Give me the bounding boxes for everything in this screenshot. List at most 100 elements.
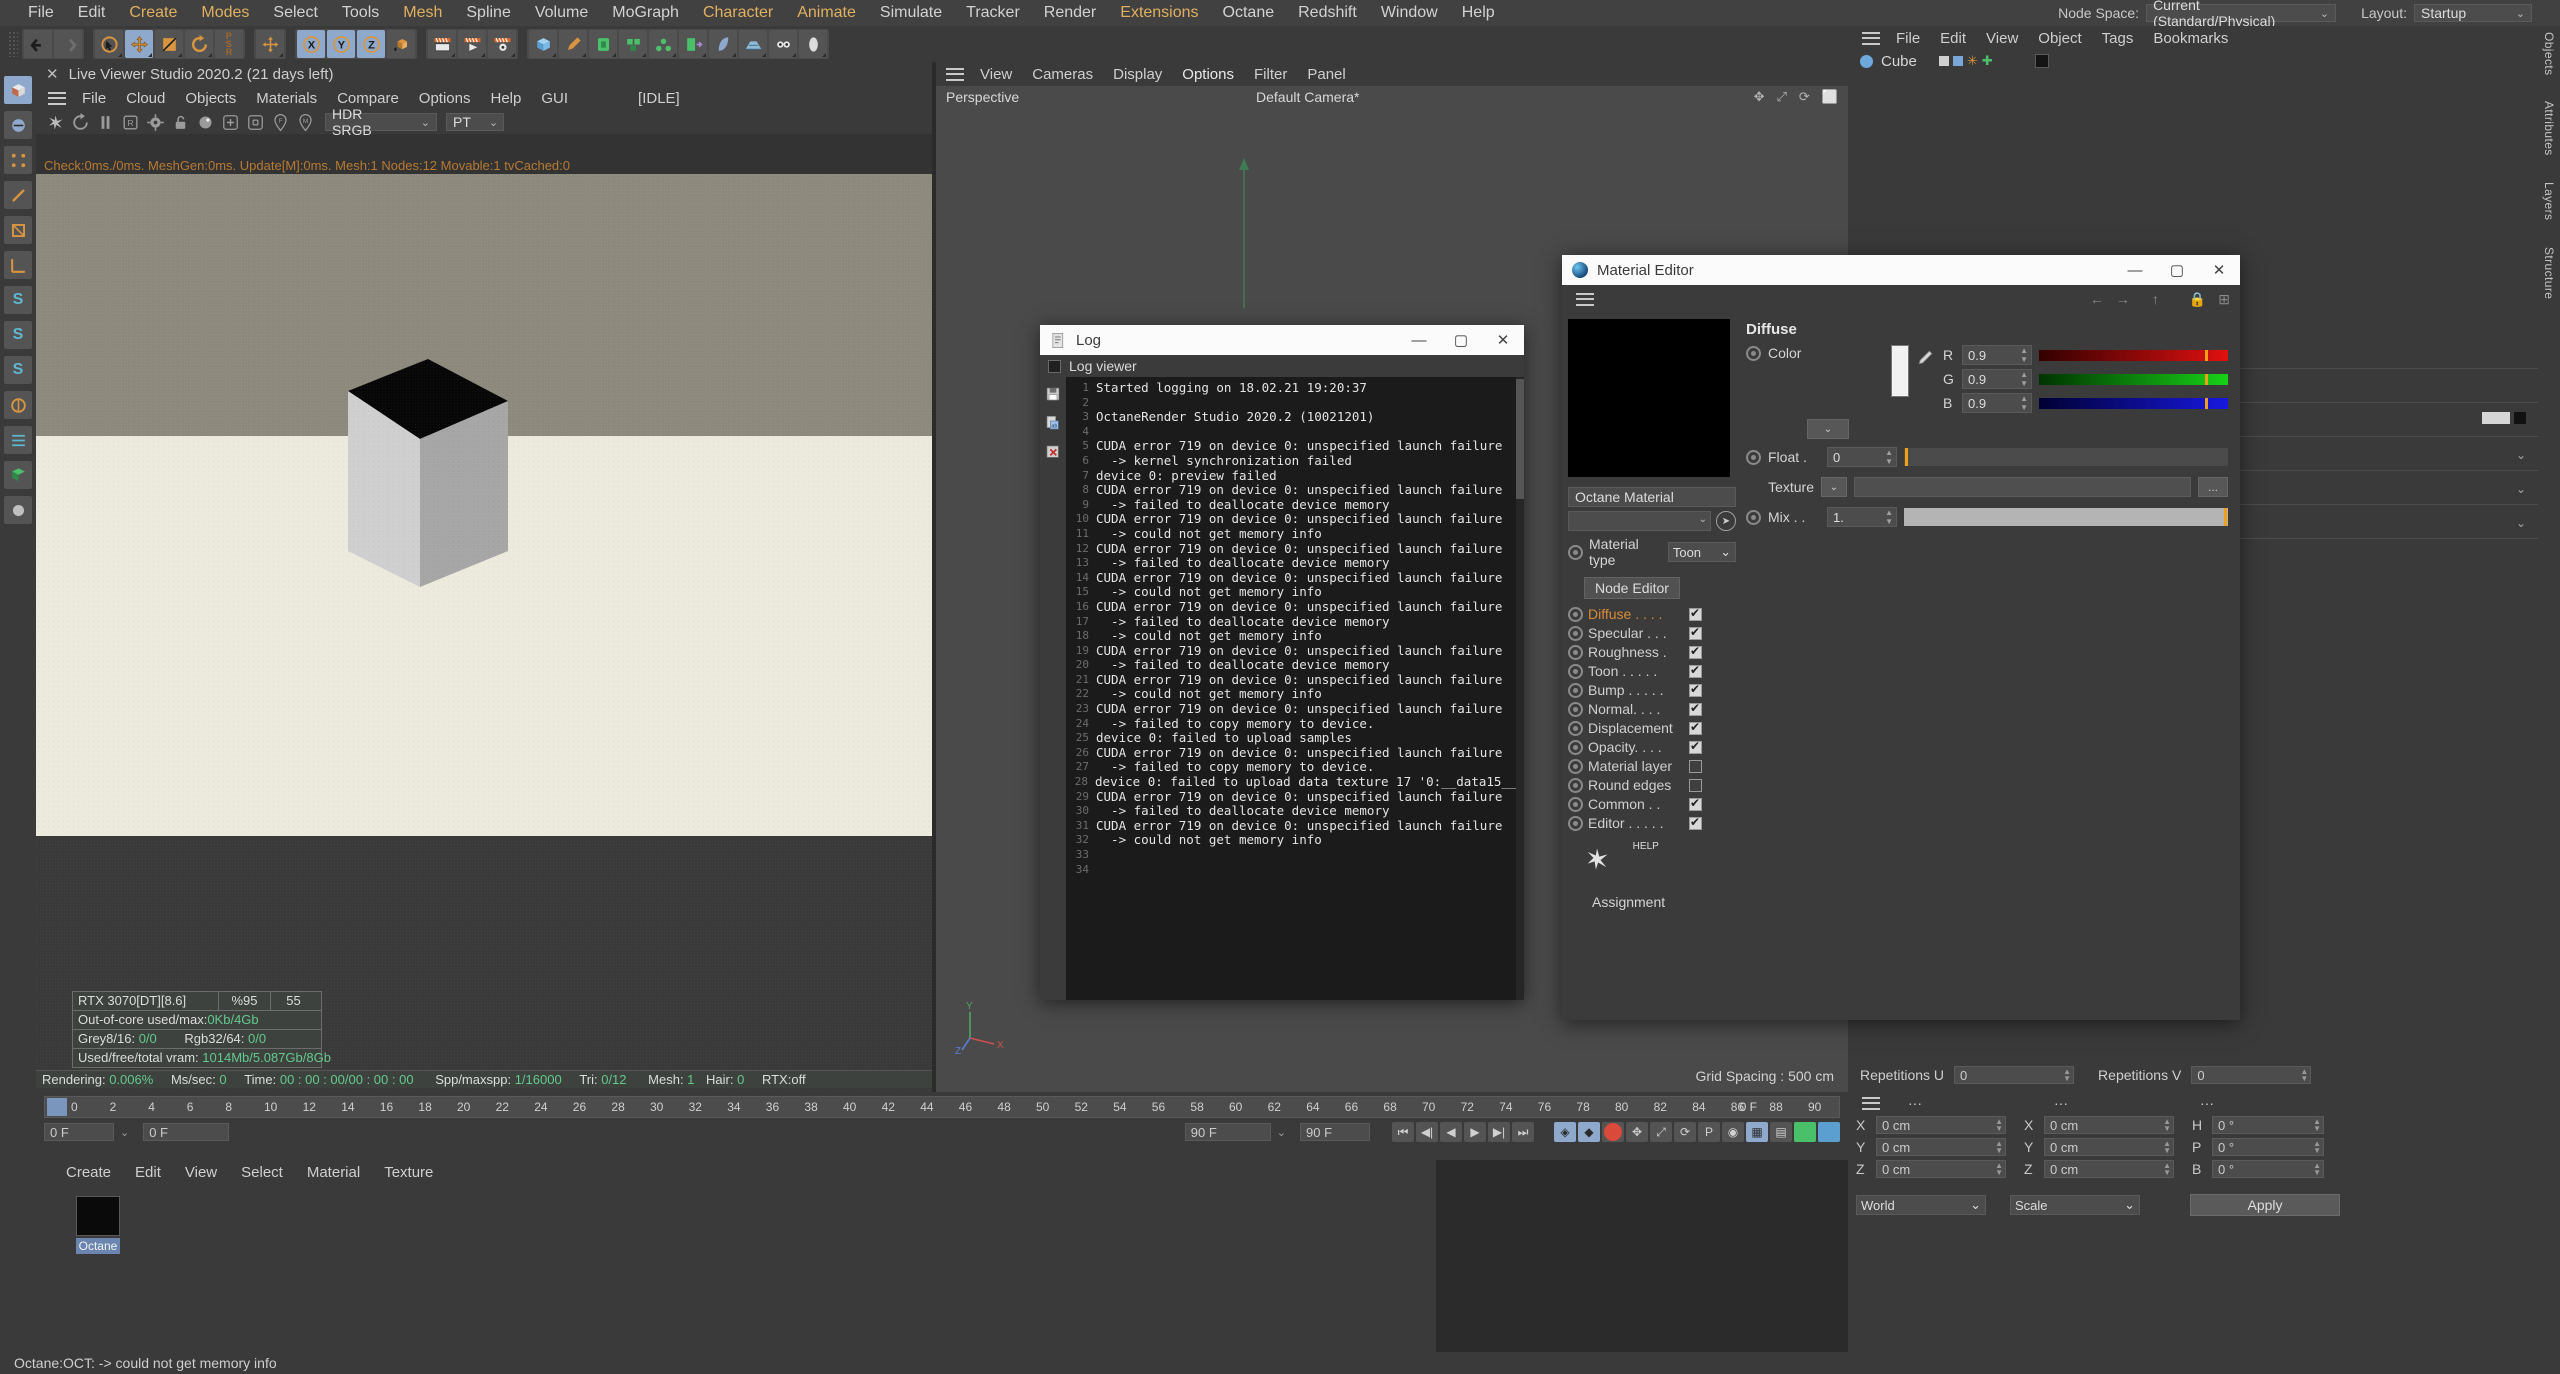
channel-radio[interactable] <box>1568 644 1583 660</box>
key-selection-icon[interactable]: ◆ <box>1578 1122 1600 1142</box>
coord-system-dropdown[interactable]: World ⌄ <box>1856 1195 1986 1215</box>
play-icon[interactable]: ▶ <box>1464 1122 1486 1142</box>
diffuse-color-swatch[interactable] <box>1891 345 1909 397</box>
record-rotation-icon[interactable]: ⟳ <box>1674 1122 1696 1142</box>
render-view-icon[interactable] <box>428 30 456 58</box>
log-maximize-button[interactable]: ▢ <box>1440 325 1482 355</box>
mm-menu-view[interactable]: View <box>173 1164 229 1181</box>
channel-radio[interactable] <box>1568 796 1583 812</box>
coord-size-y[interactable]: 0 cm ▲ ▼ <box>2044 1138 2174 1156</box>
timeline-start-field2[interactable]: 0 F <box>143 1123 230 1141</box>
refresh-icon[interactable] <box>69 111 91 133</box>
floor-icon[interactable] <box>739 30 767 58</box>
lock-icon[interactable] <box>169 111 191 133</box>
channel-radio[interactable] <box>1568 663 1583 679</box>
menu-item-volume[interactable]: Volume <box>523 0 600 26</box>
channel-checkbox[interactable] <box>1689 644 1702 659</box>
material-channel-row[interactable]: Specular . . . <box>1568 625 1736 641</box>
channel-radio[interactable] <box>1568 739 1583 755</box>
timeline-green-icon[interactable] <box>1794 1122 1816 1142</box>
om-menu-bookmarks[interactable]: Bookmarks <box>2143 30 2238 47</box>
snap-s-icon[interactable]: S <box>4 286 32 314</box>
light-icon[interactable] <box>769 30 797 58</box>
coord-rot-p[interactable]: 0 ° ▲ ▼ <box>2212 1138 2324 1156</box>
om-color-swatch-black[interactable] <box>2514 412 2526 424</box>
viewport-move-icon[interactable]: ✥ <box>1754 89 1765 105</box>
lv-menu-help[interactable]: Help <box>481 90 532 107</box>
record-param-icon[interactable]: P <box>1698 1122 1720 1142</box>
vtab-objects[interactable]: Objects <box>2542 32 2556 75</box>
me-close-button[interactable]: ✕ <box>2198 255 2240 285</box>
channel-checkbox[interactable] <box>1689 606 1702 621</box>
timeline-options-icon[interactable]: ▤ <box>1770 1122 1792 1142</box>
me-up-icon[interactable]: ↑ <box>2152 291 2159 307</box>
me-maximize-button[interactable]: ▢ <box>2156 255 2198 285</box>
node-space-dropdown[interactable]: Current (Standard/Physical) ⌄ <box>2146 0 2337 29</box>
material-channel-row[interactable]: Round edges <box>1568 777 1736 793</box>
lv-menu-gui[interactable]: GUI <box>531 90 578 107</box>
color-mode-dropdown[interactable]: ⌄ <box>1807 419 1849 439</box>
material-channel-row[interactable]: Diffuse . . . . <box>1568 606 1736 622</box>
vtab-structure[interactable]: Structure <box>2542 247 2556 299</box>
record-position-icon[interactable]: ✥ <box>1626 1122 1648 1142</box>
coord-rot-b[interactable]: 0 ° ▲ ▼ <box>2212 1160 2324 1178</box>
focus-pin-icon[interactable]: F <box>269 111 291 133</box>
snap-s2-icon[interactable]: S <box>4 321 32 349</box>
sphere-icon[interactable] <box>799 30 827 58</box>
b-value-field[interactable]: 0.9 ▲ ▼ <box>1962 393 2032 413</box>
channel-radio[interactable] <box>1568 777 1583 793</box>
lv-menu-file[interactable]: File <box>72 90 116 107</box>
repetitions-v-field[interactable]: 0 ▲ ▼ <box>2191 1066 2312 1084</box>
om-chevron-3[interactable]: ⌄ <box>2516 516 2526 530</box>
menu-item-render[interactable]: Render <box>1032 0 1108 26</box>
object-row-cube[interactable]: Cube ✳ ✚ <box>1848 50 2538 72</box>
material-preset-field[interactable]: ⌄ <box>1568 511 1711 531</box>
points-mode-icon[interactable] <box>4 146 32 174</box>
channel-checkbox[interactable] <box>1689 759 1702 773</box>
workplane-icon[interactable] <box>4 391 32 419</box>
material-channel-row[interactable]: Common . . <box>1568 796 1736 812</box>
material-channel-row[interactable]: Roughness . <box>1568 644 1736 660</box>
channel-checkbox[interactable] <box>1689 663 1702 678</box>
object-visible-dot-1[interactable] <box>1938 56 1949 66</box>
log-minimize-button[interactable]: — <box>1398 325 1440 355</box>
channel-checkbox[interactable] <box>1689 739 1702 754</box>
prev-key-icon[interactable]: ◀| <box>1416 1122 1438 1142</box>
menu-item-spline[interactable]: Spline <box>454 0 522 26</box>
mm-menu-material[interactable]: Material <box>295 1164 372 1181</box>
texture-type-dropdown[interactable]: ⌄ <box>1821 477 1847 497</box>
region-render-icon[interactable]: R <box>119 111 141 133</box>
viewport-menu-display[interactable]: Display <box>1103 66 1172 83</box>
me-new-panel-icon[interactable]: ⊞ <box>2218 291 2230 308</box>
menu-item-character[interactable]: Character <box>691 0 785 26</box>
add-plus-icon[interactable] <box>219 111 241 133</box>
b-slider[interactable] <box>2039 397 2228 409</box>
om-chevron-2[interactable]: ⌄ <box>2516 482 2526 496</box>
am-dots-3[interactable]: ··· <box>2200 1095 2214 1111</box>
mm-menu-create[interactable]: Create <box>54 1164 123 1181</box>
material-channel-row[interactable]: Editor . . . . . <box>1568 815 1736 831</box>
psr-tool-icon[interactable]: PSR <box>215 30 243 58</box>
cube-primitive-icon[interactable] <box>529 30 557 58</box>
material-editor-titlebar[interactable]: Material Editor — ▢ ✕ <box>1562 255 2240 285</box>
me-forward-icon[interactable]: → <box>2116 291 2130 307</box>
node-editor-button[interactable]: Node Editor <box>1584 577 1680 599</box>
r-slider[interactable] <box>2039 349 2228 361</box>
channel-radio[interactable] <box>1568 720 1583 736</box>
material-preview[interactable] <box>1568 319 1730 477</box>
uv-mode-icon[interactable] <box>4 426 32 454</box>
menu-item-animate[interactable]: Animate <box>785 0 868 26</box>
pause-icon[interactable] <box>94 111 116 133</box>
am-hamburger-icon[interactable] <box>1862 1096 1880 1110</box>
om-menu-object[interactable]: Object <box>2028 30 2091 47</box>
polygon-pen-icon[interactable] <box>4 461 32 489</box>
lv-menu-compare[interactable]: Compare <box>327 90 409 107</box>
om-hamburger-icon[interactable] <box>1862 31 1880 45</box>
me-lock-icon[interactable]: 🔒 <box>2189 291 2206 308</box>
channel-checkbox[interactable] <box>1689 815 1702 830</box>
channel-checkbox[interactable] <box>1689 796 1702 811</box>
menu-item-octane[interactable]: Octane <box>1211 0 1287 26</box>
settings-gear-icon[interactable] <box>144 111 166 133</box>
autokey-icon[interactable]: ◈ <box>1554 1122 1576 1142</box>
menu-item-create[interactable]: Create <box>117 0 189 26</box>
